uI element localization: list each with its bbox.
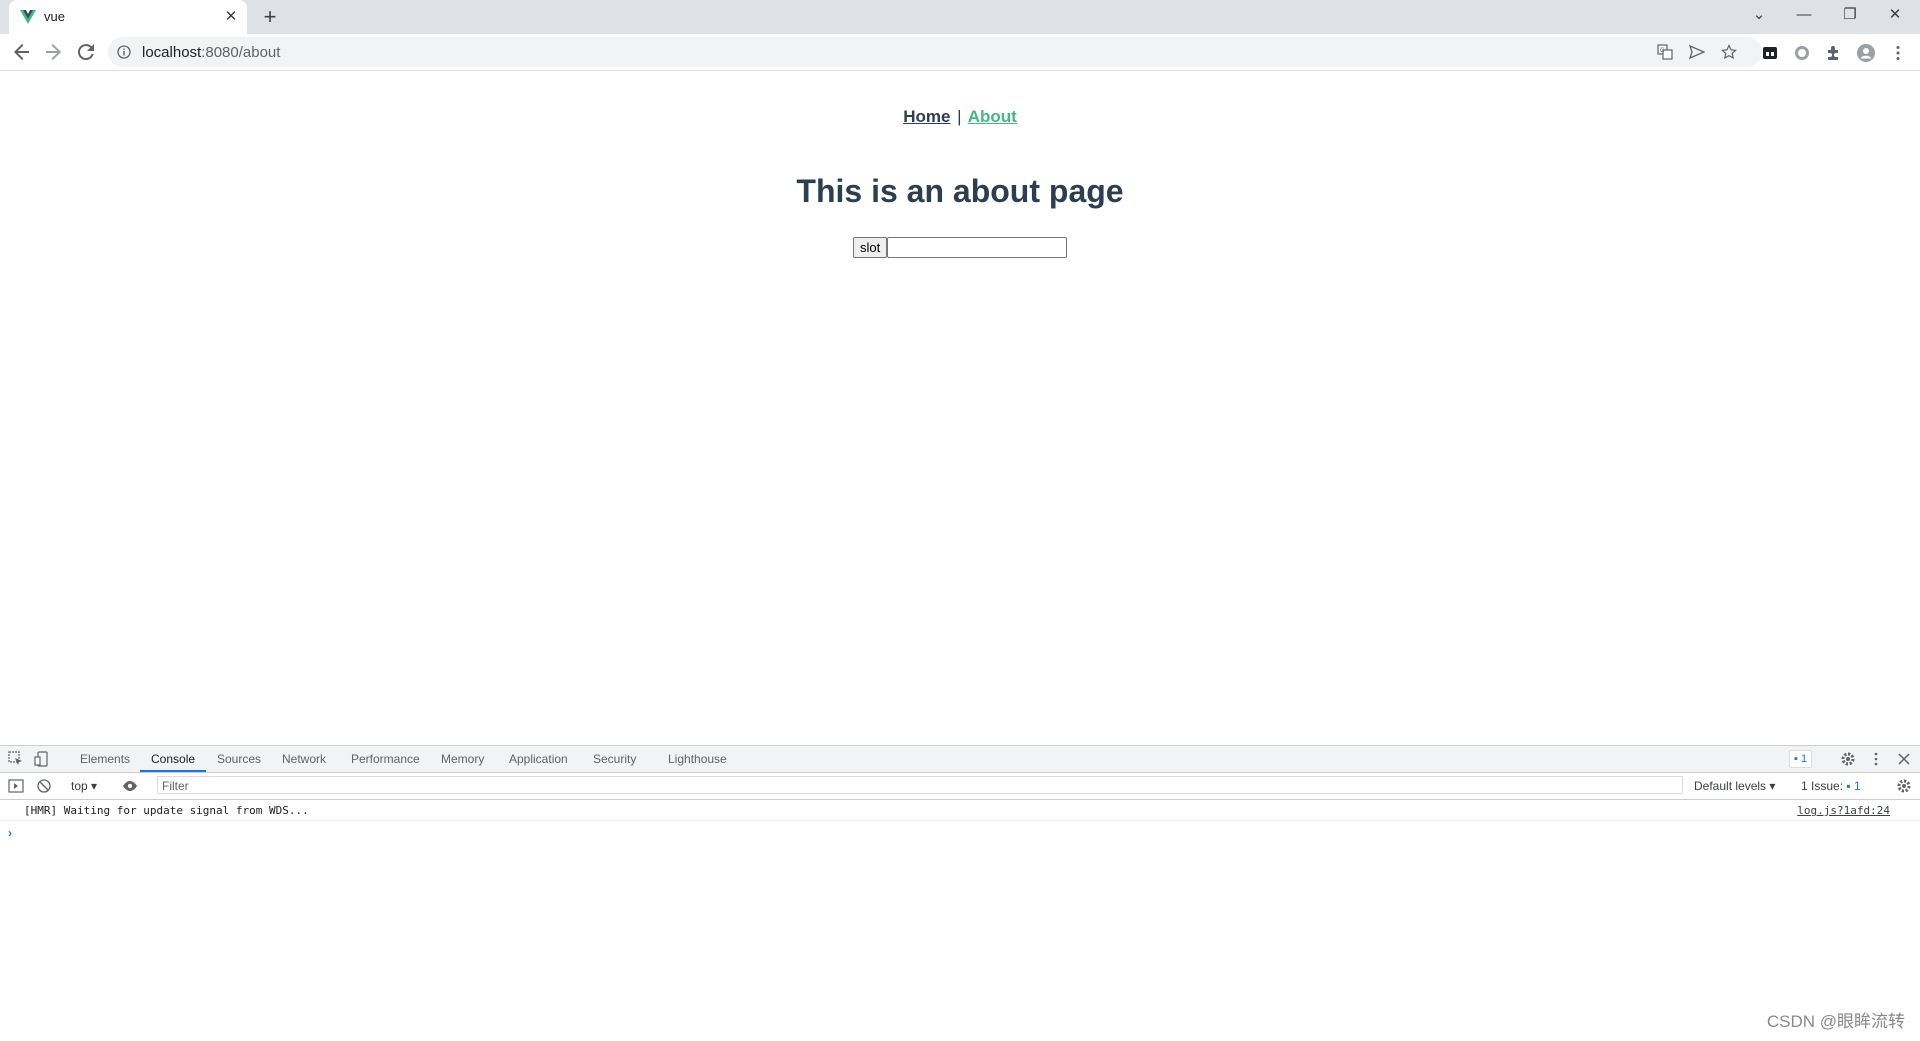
tab-performance[interactable]: Performance <box>351 746 420 772</box>
site-info-icon[interactable] <box>117 45 131 59</box>
nav-link-home[interactable]: Home <box>903 107 950 126</box>
device-toolbar-icon[interactable] <box>34 751 50 767</box>
devtools-tabbar: Elements Console Sources Network Perform… <box>0 746 1920 773</box>
inspect-element-icon[interactable] <box>8 751 24 767</box>
browser-tab[interactable]: vue ✕ <box>9 0 247 34</box>
console-message-text: [HMR] Waiting for update signal from WDS… <box>24 804 309 817</box>
minimize-button[interactable]: — <box>1789 4 1819 26</box>
slot-row: slot <box>853 237 1068 258</box>
translate-icon[interactable]: G <box>1657 44 1673 60</box>
tab-elements[interactable]: Elements <box>80 746 130 772</box>
messages-badge[interactable]: ▪ 1 <box>1789 750 1813 768</box>
messages-count: 1 <box>1800 753 1808 765</box>
tab-search-icon[interactable]: ⌄ <box>1744 4 1774 26</box>
tab-lighthouse[interactable]: Lighthouse <box>668 746 727 772</box>
url-host: localhost <box>142 44 202 61</box>
forward-icon[interactable] <box>41 40 65 64</box>
tab-memory[interactable]: Memory <box>441 746 484 772</box>
restore-button[interactable]: ❐ <box>1835 4 1865 26</box>
dropdown-arrow-icon: ▾ <box>91 779 98 793</box>
tab-security[interactable]: Security <box>593 746 636 772</box>
nav-separator: | <box>957 107 962 126</box>
bookmark-star-icon[interactable] <box>1721 44 1737 60</box>
svg-text:G: G <box>1660 48 1665 54</box>
extensions-puzzle-icon[interactable] <box>1825 44 1843 62</box>
issue-message-icon: ▪ <box>1846 779 1851 793</box>
console-settings-gear-icon[interactable] <box>1896 778 1912 794</box>
clear-console-icon[interactable] <box>36 778 52 794</box>
profile-avatar-icon[interactable] <box>1857 44 1875 62</box>
settings-gear-icon[interactable] <box>1840 751 1856 767</box>
context-value: top <box>71 779 88 793</box>
new-tab-button[interactable]: + <box>258 6 282 30</box>
console-filter-input[interactable]: Filter <box>157 776 1683 794</box>
console-message-row: [HMR] Waiting for update signal from WDS… <box>0 800 1920 821</box>
console-prompt[interactable]: › <box>8 826 12 840</box>
devtools-panel: Elements Console Sources Network Perform… <box>0 745 1920 1041</box>
url-path: :8080/about <box>201 44 281 61</box>
tab-strip: vue ✕ + ⌄ — ❐ ✕ <box>0 0 1920 34</box>
close-devtools-icon[interactable] <box>1896 751 1912 767</box>
reload-icon[interactable] <box>74 40 98 64</box>
log-levels-dropdown[interactable]: Default levels ▾ <box>1694 779 1775 793</box>
address-bar[interactable]: localhost:8080/about G <box>108 37 1762 67</box>
tab-close-icon[interactable]: ✕ <box>222 8 240 26</box>
console-toolbar: top ▾ Filter Default levels ▾ 1 Issue: ▪… <box>0 773 1920 800</box>
send-icon[interactable] <box>1689 44 1705 60</box>
tab-application[interactable]: Application <box>509 746 568 772</box>
issues-label: 1 Issue: <box>1801 779 1844 793</box>
nav-link-about[interactable]: About <box>968 107 1017 126</box>
page-title: This is an about page <box>796 173 1124 209</box>
tab-console[interactable]: Console <box>140 746 207 772</box>
vue-logo-icon <box>20 10 36 24</box>
browser-toolbar: localhost:8080/about G <box>0 34 1920 71</box>
sidebar-toggle-icon[interactable] <box>8 778 24 794</box>
log-levels-label: Default levels <box>1694 779 1767 793</box>
text-input[interactable] <box>887 237 1068 258</box>
slot-button[interactable]: slot <box>853 237 888 258</box>
context-selector[interactable]: top ▾ <box>71 779 97 793</box>
menu-kebab-icon[interactable] <box>1889 44 1907 62</box>
url-text[interactable]: localhost:8080/about <box>142 44 280 61</box>
live-expression-eye-icon[interactable] <box>122 778 138 794</box>
record-extension-icon[interactable] <box>1793 44 1811 62</box>
router-nav: Home | About <box>0 107 1920 127</box>
issues-button[interactable]: 1 Issue: ▪ 1 <box>1801 779 1861 793</box>
tab-network[interactable]: Network <box>282 746 326 772</box>
issues-count: 1 <box>1853 779 1861 793</box>
message-icon: ▪ <box>1794 753 1798 765</box>
devtools-menu-icon[interactable] <box>1868 751 1884 767</box>
dropdown-arrow-icon: ▾ <box>1769 779 1776 793</box>
watermark: CSDN @眼眸流转 <box>1766 1012 1905 1031</box>
tab-title: vue <box>44 9 65 24</box>
close-window-button[interactable]: ✕ <box>1880 4 1910 26</box>
back-icon[interactable] <box>10 40 34 64</box>
tab-sources[interactable]: Sources <box>217 746 261 772</box>
extension-icon[interactable] <box>1761 44 1779 62</box>
page-viewport: Home | About This is an about page slot <box>0 71 1920 745</box>
console-source-link[interactable]: log.js?1afd:24 <box>1797 804 1890 817</box>
